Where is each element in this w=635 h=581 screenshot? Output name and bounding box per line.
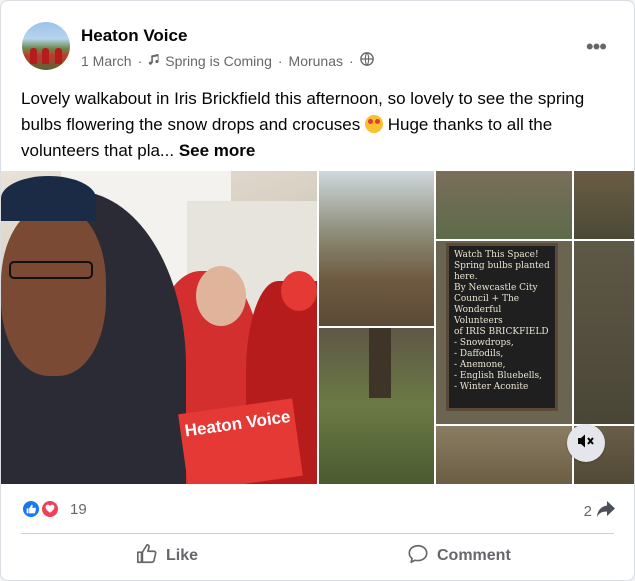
avatar-figure: [42, 48, 49, 64]
person-hair: [281, 271, 317, 311]
see-more-link[interactable]: See more: [179, 141, 256, 160]
photo-woodland-path[interactable]: [319, 171, 434, 326]
speaker-muted-icon: [577, 433, 595, 454]
sign-item: - Snowdrops,: [454, 338, 514, 348]
person-face: [196, 266, 246, 326]
post-date[interactable]: 1 March: [81, 53, 132, 69]
music-artist-label[interactable]: Morunas: [289, 53, 343, 69]
sign-line: By Newcastle City: [454, 283, 538, 293]
sign-line: Watch This Space!: [454, 250, 539, 260]
meta-separator: ·: [349, 52, 354, 69]
actions-divider: [21, 533, 614, 534]
thumbs-up-icon: [136, 543, 158, 570]
page-name[interactable]: Heaton Voice: [81, 26, 187, 46]
share-count[interactable]: 2: [584, 500, 616, 522]
photo-volunteers-selfie[interactable]: Heaton Voice: [1, 171, 317, 484]
sign-item: - Daffodils,: [454, 349, 504, 359]
music-track-label[interactable]: Spring is Coming: [165, 53, 272, 69]
mute-button[interactable]: [567, 424, 605, 462]
like-reaction-icon: [21, 499, 41, 519]
meta-separator: ·: [277, 52, 283, 69]
photo-crocus[interactable]: [574, 171, 634, 239]
person-cap: [1, 176, 96, 221]
comment-button-label: Comment: [437, 547, 511, 564]
tree-trunk: [369, 328, 391, 398]
meta-separator: ·: [137, 52, 143, 69]
heaton-voice-leaflet: Heaton Voice: [178, 398, 303, 484]
sign-line: Spring bulbs planted: [454, 261, 550, 271]
sign-item: - Winter Aconite: [454, 382, 529, 392]
love-reaction-icon: [40, 499, 60, 519]
comment-bubble-icon: [407, 543, 429, 570]
photo-chalkboard-sign[interactable]: Watch This Space! Spring bulbs planted h…: [436, 241, 572, 424]
photo-bulbs-ground[interactable]: [436, 426, 572, 484]
post-card: Heaton Voice 1 March · Spring is Coming …: [0, 0, 635, 581]
sign-line: here.: [454, 272, 478, 282]
like-button[interactable]: Like: [136, 541, 198, 571]
sign-line: of IRIS BRICKFIELD: [454, 327, 549, 337]
share-count-value: 2: [583, 502, 592, 520]
avatar-figure: [55, 48, 62, 64]
avatar-figure: [30, 48, 37, 64]
sign-line: Wonderful Volunteers: [454, 305, 503, 326]
reactions-summary[interactable]: 19: [21, 499, 87, 519]
person-glasses: [9, 261, 93, 279]
photo-daffodil-shoots[interactable]: [319, 328, 434, 484]
post-meta: 1 March · Spring is Coming · Morunas ·: [81, 52, 374, 69]
more-options-button[interactable]: •••: [586, 34, 607, 60]
globe-icon[interactable]: [359, 52, 374, 69]
post-text: Lovely walkabout in Iris Brickfield this…: [21, 86, 621, 164]
photo-woodland-floor[interactable]: [574, 241, 634, 424]
reaction-count: 19: [70, 500, 87, 518]
share-arrow-icon: [596, 500, 616, 522]
photo-snowdrops[interactable]: [436, 171, 572, 239]
comment-button[interactable]: Comment: [407, 541, 511, 571]
person-face: [1, 206, 106, 376]
photo-grid: Heaton Voice Watch This Space! Spring bu…: [1, 171, 634, 484]
music-note-icon: [148, 53, 161, 69]
sign-item: - Anemone,: [454, 360, 506, 370]
page-avatar[interactable]: [22, 22, 70, 70]
like-button-label: Like: [166, 547, 199, 564]
sign-item: - English Bluebells,: [454, 371, 543, 381]
chalkboard-sign: Watch This Space! Spring bulbs planted h…: [446, 243, 558, 411]
sign-line: Council + The: [454, 294, 520, 304]
smiling-face-with-hearts-icon: [364, 115, 383, 133]
